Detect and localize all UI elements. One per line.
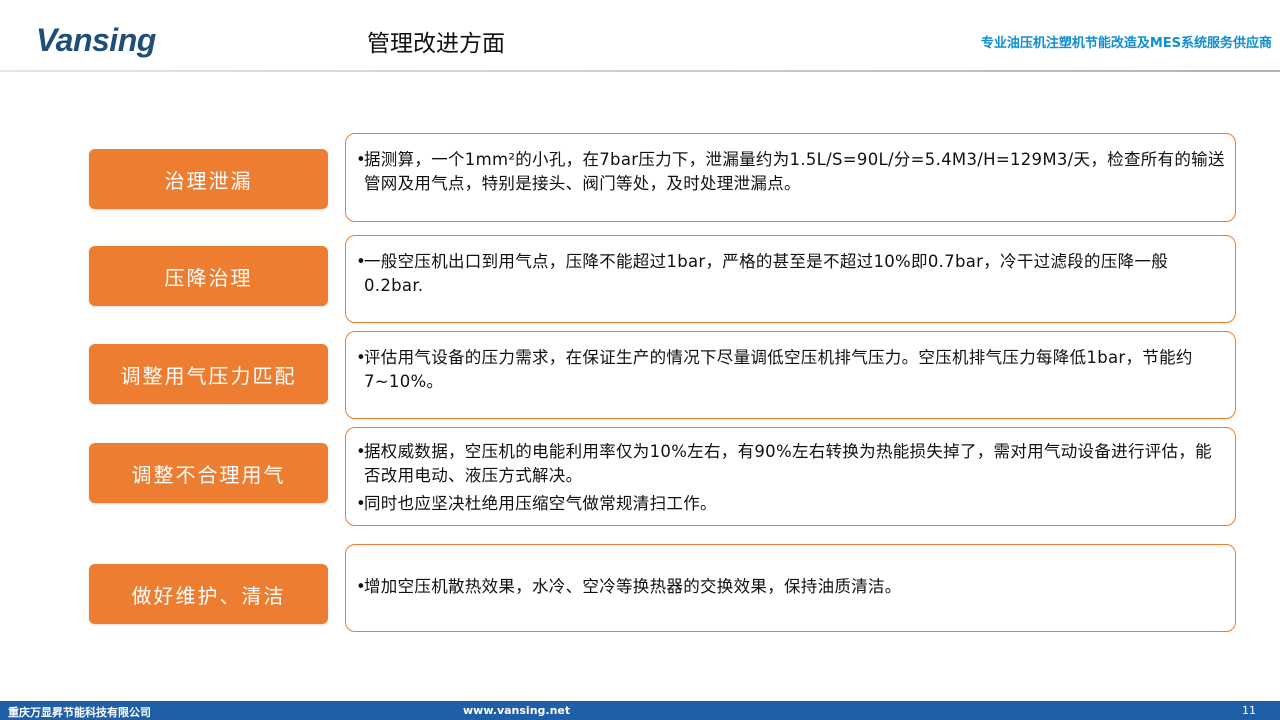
bullet-item: • 据测算，一个1mm²的小孔，在7bar压力下，泄漏量约为1.5L/S=90L… bbox=[356, 148, 1227, 196]
footer-bar: 重庆万显昇节能科技有限公司 www.vansing.net 11 bbox=[0, 701, 1280, 720]
item-label: 调整用气压力匹配 bbox=[120, 363, 297, 388]
bullet-dot-icon: • bbox=[356, 442, 367, 461]
footer-page-number: 11 bbox=[1242, 704, 1256, 717]
header-divider bbox=[0, 70, 1280, 72]
bullet-dot-icon: • bbox=[356, 494, 367, 513]
item-label-box: 调整不合理用气 bbox=[89, 443, 328, 503]
item-label-box: 做好维护、清洁 bbox=[89, 564, 328, 624]
bullet-dot-icon: • bbox=[356, 150, 367, 169]
bullet-text: 据测算，一个1mm²的小孔，在7bar压力下，泄漏量约为1.5L/S=90L/分… bbox=[364, 150, 1225, 193]
item-label: 治理泄漏 bbox=[164, 168, 253, 193]
bullet-text: 据权威数据，空压机的电能利用率仅为10%左右，有90%左右转换为热能损失掉了，需… bbox=[364, 442, 1212, 485]
bullet-dot-icon: • bbox=[356, 348, 367, 367]
item-label-box: 治理泄漏 bbox=[89, 149, 328, 209]
item-content-box: • 评估用气设备的压力需求，在保证生产的情况下尽量调低空压机排气压力。空压机排气… bbox=[345, 331, 1236, 419]
footer-website[interactable]: www.vansing.net bbox=[463, 704, 570, 717]
tagline: 专业油压机注塑机节能改造及MES系统服务供应商 bbox=[980, 36, 1272, 51]
item-label: 压降治理 bbox=[164, 265, 253, 290]
logo: Vansing bbox=[36, 22, 156, 58]
bullet-item: • 增加空压机散热效果，水冷、空冷等换热器的交换效果，保持油质清洁。 bbox=[356, 575, 1227, 599]
bullet-item: • 据权威数据，空压机的电能利用率仅为10%左右，有90%左右转换为热能损失掉了… bbox=[356, 440, 1227, 488]
item-content-box: • 一般空压机出口到用气点，压降不能超过1bar，严格的甚至是不超过10%即0.… bbox=[345, 235, 1236, 323]
bullet-text: 同时也应坚决杜绝用压缩空气做常规清扫工作。 bbox=[364, 494, 717, 513]
page-title: 管理改进方面 bbox=[367, 31, 505, 57]
bullet-text: 评估用气设备的压力需求，在保证生产的情况下尽量调低空压机排气压力。空压机排气压力… bbox=[364, 348, 1193, 391]
bullet-item: • 一般空压机出口到用气点，压降不能超过1bar，严格的甚至是不超过10%即0.… bbox=[356, 250, 1227, 298]
item-label: 调整不合理用气 bbox=[131, 462, 286, 487]
bullet-item: • 评估用气设备的压力需求，在保证生产的情况下尽量调低空压机排气压力。空压机排气… bbox=[356, 346, 1227, 394]
bullet-item: • 同时也应坚决杜绝用压缩空气做常规清扫工作。 bbox=[356, 492, 1227, 516]
bullet-text: 增加空压机散热效果，水冷、空冷等换热器的交换效果，保持油质清洁。 bbox=[364, 577, 902, 596]
bullet-dot-icon: • bbox=[356, 577, 367, 596]
item-label-box: 压降治理 bbox=[89, 246, 328, 306]
item-content-box: • 增加空压机散热效果，水冷、空冷等换热器的交换效果，保持油质清洁。 bbox=[345, 544, 1236, 632]
bullet-dot-icon: • bbox=[356, 252, 367, 271]
item-label-box: 调整用气压力匹配 bbox=[89, 344, 328, 404]
item-label: 做好维护、清洁 bbox=[131, 583, 286, 608]
bullet-text: 一般空压机出口到用气点，压降不能超过1bar，严格的甚至是不超过10%即0.7b… bbox=[364, 252, 1169, 295]
footer-company: 重庆万显昇节能科技有限公司 bbox=[8, 706, 151, 719]
item-content-box: • 据权威数据，空压机的电能利用率仅为10%左右，有90%左右转换为热能损失掉了… bbox=[345, 427, 1236, 526]
item-content-box: • 据测算，一个1mm²的小孔，在7bar压力下，泄漏量约为1.5L/S=90L… bbox=[345, 133, 1236, 222]
